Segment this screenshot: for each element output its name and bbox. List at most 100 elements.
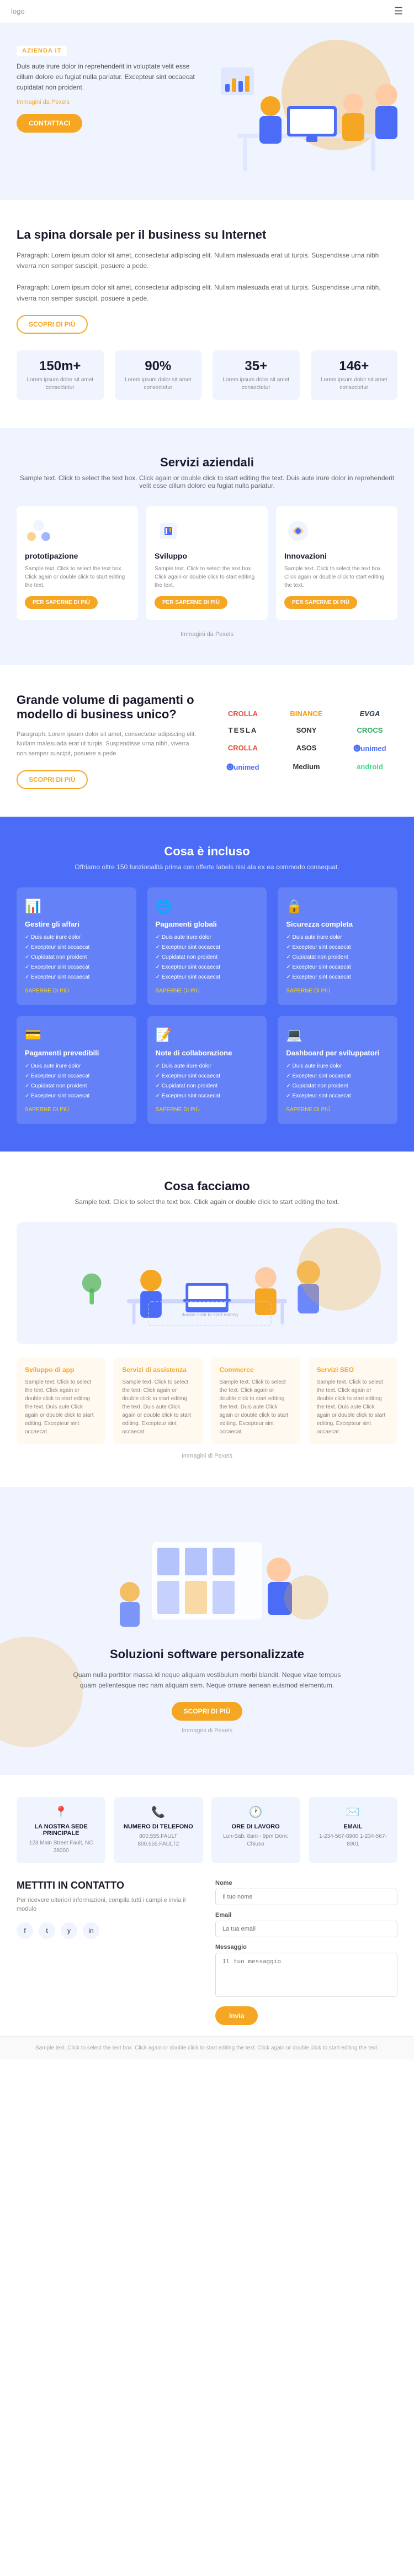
name-label: Nome [215, 1880, 397, 1886]
solutions-svg [69, 1531, 345, 1631]
what-card-title-0: Sviluppo di app [25, 1366, 97, 1374]
footer: Sample text. Click to select the text bo… [0, 2036, 414, 2059]
spine-section: La spina dorsale per il business su Inte… [0, 200, 414, 428]
stat-label-2: Lorem ipsum dolor sit amet consectetur [221, 376, 291, 392]
volume-right: CROLLA BINANCE EVGA TESLA SONY CROCS CRO… [215, 709, 397, 772]
service-button-0[interactable]: PER SAPERNE DI PIÙ [25, 596, 98, 609]
spine-paragraph1: Paragraph: Lorem ipsum dolor sit amet, c… [17, 250, 397, 271]
what-card-3: Servizi SEO Sample text. Click to select… [309, 1358, 397, 1444]
solutions-illustration [17, 1526, 397, 1636]
included-subtitle: Offriamo oltre 150 funzionalità prima co… [17, 863, 397, 871]
volume-cta-button[interactable]: SCOPRI DI PIÙ [17, 770, 88, 789]
contact-form-section: METTITI IN CONTATTO Per ricevere ulterio… [17, 1880, 397, 2025]
included-more-3[interactable]: SAPERNE DI PIÙ [25, 1107, 128, 1113]
facebook-icon[interactable]: f [17, 1922, 33, 1939]
solutions-cta-button[interactable]: SCOPRI DI PIÙ [172, 1702, 243, 1721]
list-item: Excepteur sint occaecat [25, 1071, 128, 1081]
stat-label-3: Lorem ipsum dolor sit amet consectetur [319, 376, 390, 392]
list-item: Cupidatat non proident [286, 1081, 389, 1091]
email-input[interactable] [215, 1921, 397, 1937]
list-item: Cupidatat non proident [25, 953, 128, 963]
contact-card-title-1: NUMERO DI TELEFONO [122, 1823, 194, 1830]
contact-card-title-0: LA NOSTRA SEDE PRINCIPALE [25, 1823, 97, 1837]
service-button-1[interactable]: PER SAPERNE DI PIÙ [155, 596, 227, 609]
contact-card-3: ✉️ EMAIL 1-234-567-8900 1-234-567-8901 [309, 1797, 397, 1863]
included-icon-1: 🌐 [156, 898, 259, 914]
stat-number-3: 146+ [319, 359, 390, 374]
included-card-3: 💳 Pagamenti prevedibili Duis aute irure … [17, 1016, 136, 1124]
logo: logo [11, 7, 25, 15]
included-icon-4: 📝 [156, 1027, 259, 1043]
hero-image-link[interactable]: Immagini da Pexels [17, 99, 204, 106]
included-card-list-0: Duis aute irure dolor Excepteur sint occ… [25, 933, 128, 982]
what-card-0: Sviluppo di app Sample text. Click to se… [17, 1358, 105, 1444]
included-card-list-2: Duis aute irure dolor Excepteur sint occ… [286, 933, 389, 982]
included-card-5: 💻 Dashboard per sviluppatori Duis aute i… [278, 1016, 397, 1124]
included-card-4: 📝 Note di collaborazione Duis aute irure… [147, 1016, 267, 1124]
list-item: Excepteur sint occaecat [286, 963, 389, 972]
brand-tesla: TESLA [215, 726, 270, 734]
service-title-1: Sviluppo [155, 551, 259, 560]
list-item: Excepteur sint occaecat [286, 943, 389, 953]
list-item: Cupidatat non proident [156, 1081, 259, 1091]
what-image-link[interactable]: Immagini di Pexels [17, 1453, 397, 1459]
solutions-image-link[interactable]: Immagini di Pexels [69, 1726, 345, 1736]
linkedin-icon[interactable]: in [83, 1922, 99, 1939]
name-input[interactable] [215, 1889, 397, 1905]
brand-crocs: CROCS [342, 726, 397, 734]
hamburger-icon[interactable]: ☰ [394, 6, 403, 17]
submit-button[interactable]: Invia [215, 2006, 258, 2025]
stat-item-0: 150m+ Lorem ipsum dolor sit amet consect… [17, 350, 104, 400]
name-form-group: Nome [215, 1880, 397, 1905]
brand-sony: SONY [279, 726, 334, 734]
email-form-group: Email [215, 1912, 397, 1937]
what-card-title-2: Commerce [220, 1366, 292, 1374]
contact-form-left: METTITI IN CONTATTO Per ricevere ulterio… [17, 1880, 199, 2025]
what-illustration: double click to start editing [17, 1222, 397, 1344]
twitter-icon[interactable]: t [39, 1922, 55, 1939]
services-section: Servizi aziendali Sample text. Click to … [0, 428, 414, 665]
list-item: Excepteur sint occaecat [286, 1091, 389, 1101]
service-desc-1: Sample text. Click to select the text bo… [155, 565, 259, 590]
included-grid-bottom: 💳 Pagamenti prevedibili Duis aute irure … [17, 1016, 397, 1124]
brands-grid: CROLLA BINANCE EVGA TESLA SONY CROCS CRO… [215, 709, 397, 772]
what-title: Cosa facciamo [17, 1179, 397, 1194]
contact-info-row: 📍 LA NOSTRA SEDE PRINCIPALE 123 Main Str… [17, 1797, 397, 1863]
what-card-title-3: Servizi SEO [317, 1366, 389, 1374]
included-card-title-4: Note di collaborazione [156, 1049, 259, 1057]
service-icon-2 [284, 517, 312, 545]
stat-item-3: 146+ Lorem ipsum dolor sit amet consecte… [311, 350, 398, 400]
included-more-1[interactable]: SAPERNE DI PIÙ [156, 988, 259, 994]
message-label: Messaggio [215, 1944, 397, 1951]
included-grid-top: 📊 Gestire gli affari Duis aute irure dol… [17, 887, 397, 1005]
included-card-title-1: Pagamenti globali [156, 920, 259, 928]
contact-card-text-0: 123 Main Street Fault, NC 28000 [25, 1839, 97, 1855]
list-item: Excepteur sint occaecat [156, 963, 259, 972]
service-button-2[interactable]: PER SAPERNE DI PIÙ [284, 596, 357, 609]
service-title-0: prototipazione [25, 551, 130, 560]
message-input[interactable] [215, 1953, 397, 1997]
list-item: Duis aute irure dolor [25, 933, 128, 943]
what-cards: Sviluppo di app Sample text. Click to se… [17, 1358, 397, 1444]
youtube-icon[interactable]: y [61, 1922, 77, 1939]
hero-section: AZIENDA IT Duis aute irure dolor in repr… [0, 23, 414, 200]
included-card-title-0: Gestire gli affari [25, 920, 128, 928]
services-image-link[interactable]: Immagini da Pexels [17, 631, 397, 638]
volume-section: Grande volume di pagamenti o modello di … [0, 665, 414, 817]
spine-cta-button[interactable]: SCOPRI DI PIÙ [17, 315, 88, 334]
volume-paragraph: Paragraph: Lorem ipsum dolor sit amet, c… [17, 730, 199, 759]
included-card-title-2: Sicurezza completa [286, 920, 389, 928]
included-more-0[interactable]: SAPERNE DI PIÙ [25, 988, 128, 994]
brand-evga: EVGA [342, 709, 397, 718]
hero-cta-button[interactable]: CONTATTACI [17, 114, 82, 133]
service-card-0: prototipazione Sample text. Click to sel… [17, 506, 138, 620]
list-item: Excepteur sint occaecat [156, 1091, 259, 1101]
header: logo ☰ [0, 0, 414, 23]
included-more-4[interactable]: SAPERNE DI PIÙ [156, 1107, 259, 1113]
what-subtitle: Sample text. Click to select the text bo… [17, 1198, 397, 1206]
list-item: Excepteur sint occaecat [25, 943, 128, 953]
list-item: Duis aute irure dolor [156, 933, 259, 943]
included-more-2[interactable]: SAPERNE DI PIÙ [286, 988, 389, 994]
service-icon-0 [25, 517, 52, 545]
included-more-5[interactable]: SAPERNE DI PIÙ [286, 1107, 389, 1113]
